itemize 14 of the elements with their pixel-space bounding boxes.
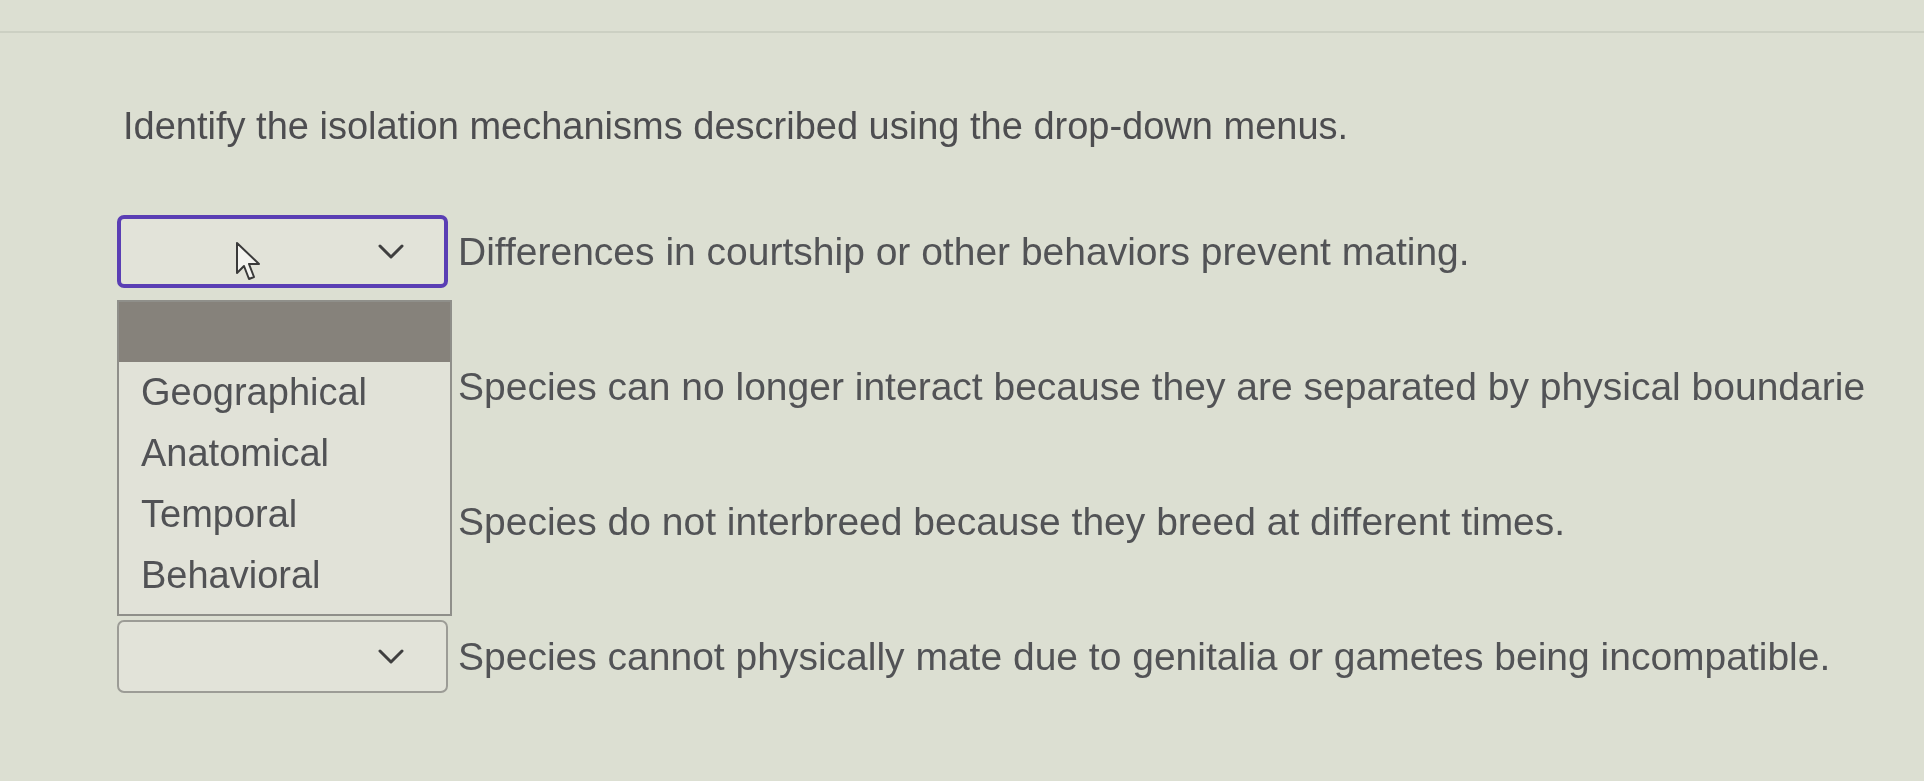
description-text: Species cannot physically mate due to genitalia or gametes being incompatible. [458,633,1831,680]
menu-option[interactable]: Anatomical [119,423,450,484]
pointer-icon [235,241,261,281]
description-text: Differences in courtship or other behaviors prevent mating. [458,228,1470,275]
description-text: Species do not interbreed because they breed at different times. [458,498,1566,545]
dropdown-field[interactable] [117,620,448,693]
menu-option[interactable]: Temporal [119,484,450,545]
menu-option[interactable]: Geographical [119,362,450,423]
chevron-icon [378,648,404,665]
dropdown-field[interactable] [117,215,448,288]
description-text: Species can no longer interact because they are separated by physical boundarie [458,363,1866,410]
menu-option[interactable]: Behavioral [119,545,450,606]
instruction-text: Identify the isolation mechanisms described using the drop-down menus. [123,104,1350,148]
chevron-icon [378,243,404,260]
